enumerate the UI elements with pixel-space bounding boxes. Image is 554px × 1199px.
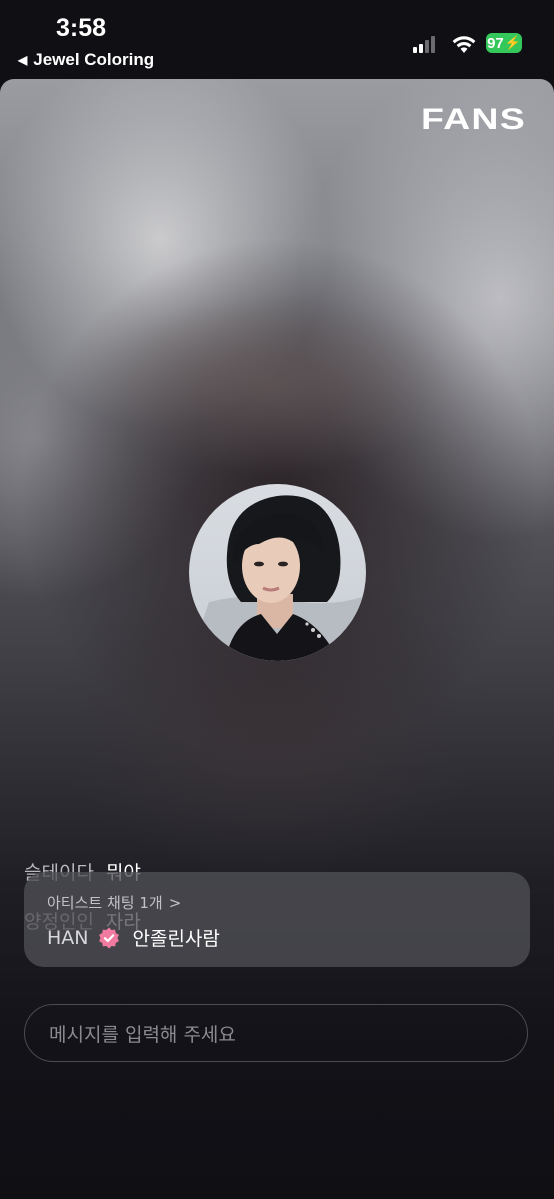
back-app-label: Jewel Coloring <box>33 50 155 69</box>
artist-message-line: HAN 안졸린사람 <box>47 924 220 951</box>
back-to-app-link[interactable]: ◀ Jewel Coloring <box>18 50 154 70</box>
wifi-icon <box>452 36 476 53</box>
artist-chat-count[interactable]: 아티스트 채팅 1개 > <box>47 892 181 913</box>
message-input-placeholder: 메시지를 입력해 주세요 <box>49 1023 236 1046</box>
artist-name: HAN <box>47 926 89 949</box>
artist-last-message: 안졸린사람 <box>132 928 220 950</box>
battery-level: 97 <box>487 34 504 52</box>
artist-chat-card[interactable]: 아티스트 채팅 1개 > HAN 안졸린사람 <box>24 872 530 967</box>
message-input[interactable]: 메시지를 입력해 주세요 <box>24 1004 528 1062</box>
cellular-signal-icon <box>413 35 439 53</box>
chevron-right-icon: > <box>168 893 182 912</box>
back-triangle-icon: ◀ <box>18 53 28 67</box>
status-time: 3:58 <box>56 14 107 42</box>
fans-logo: FANS <box>420 103 526 136</box>
battery-indicator: 97 ⚡ <box>486 33 522 53</box>
artist-chat-count-label: 아티스트 채팅 1개 <box>47 894 163 912</box>
charging-bolt-icon: ⚡ <box>504 35 521 50</box>
avatar-image <box>189 484 366 661</box>
verified-badge-icon <box>98 927 119 948</box>
status-bar: 3:58 ◀ Jewel Coloring 97 ⚡ <box>0 0 554 78</box>
artist-avatar[interactable] <box>189 484 366 661</box>
